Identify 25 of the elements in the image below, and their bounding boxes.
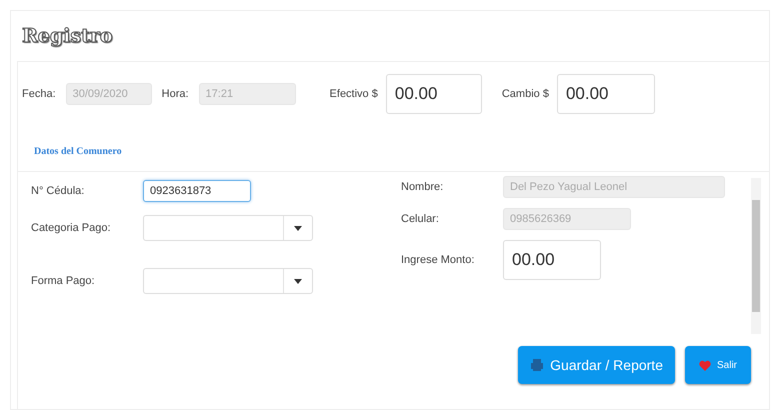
dropdown[interactable] (143, 215, 313, 241)
field-label: Celular: (401, 212, 440, 227)
page-title: Registro (21, 24, 113, 50)
field-label: N° Cédula: (31, 184, 86, 199)
caret-icon (294, 226, 302, 230)
field-label: Efectivo $ (330, 86, 378, 102)
field-label: Nombre: (401, 180, 444, 195)
scrollbar[interactable] (751, 178, 761, 334)
dropdown[interactable] (143, 268, 313, 294)
field-label: Cambio $ (502, 86, 549, 102)
heart-icon (698, 360, 711, 370)
field-label: Categoria Pago: (31, 220, 112, 236)
exit-button[interactable]: Salir (684, 346, 751, 384)
save-button[interactable]: Guardar / Reporte (518, 346, 675, 384)
caret-icon (294, 278, 302, 284)
field-label: Ingrese Monto: (401, 252, 476, 268)
input-field[interactable]: 00.00 (386, 74, 482, 114)
section-heading: Datos del Comunero (34, 146, 122, 157)
field-label: Hora: (162, 86, 189, 102)
input-field[interactable]: 00.00 (503, 240, 601, 280)
input-field[interactable]: 00.00 (556, 74, 655, 114)
field-label: Forma Pago: (31, 274, 96, 289)
field-label: Fecha: (22, 86, 56, 102)
printer-icon (530, 358, 544, 372)
input-field[interactable]: 0923631873 (143, 180, 251, 202)
